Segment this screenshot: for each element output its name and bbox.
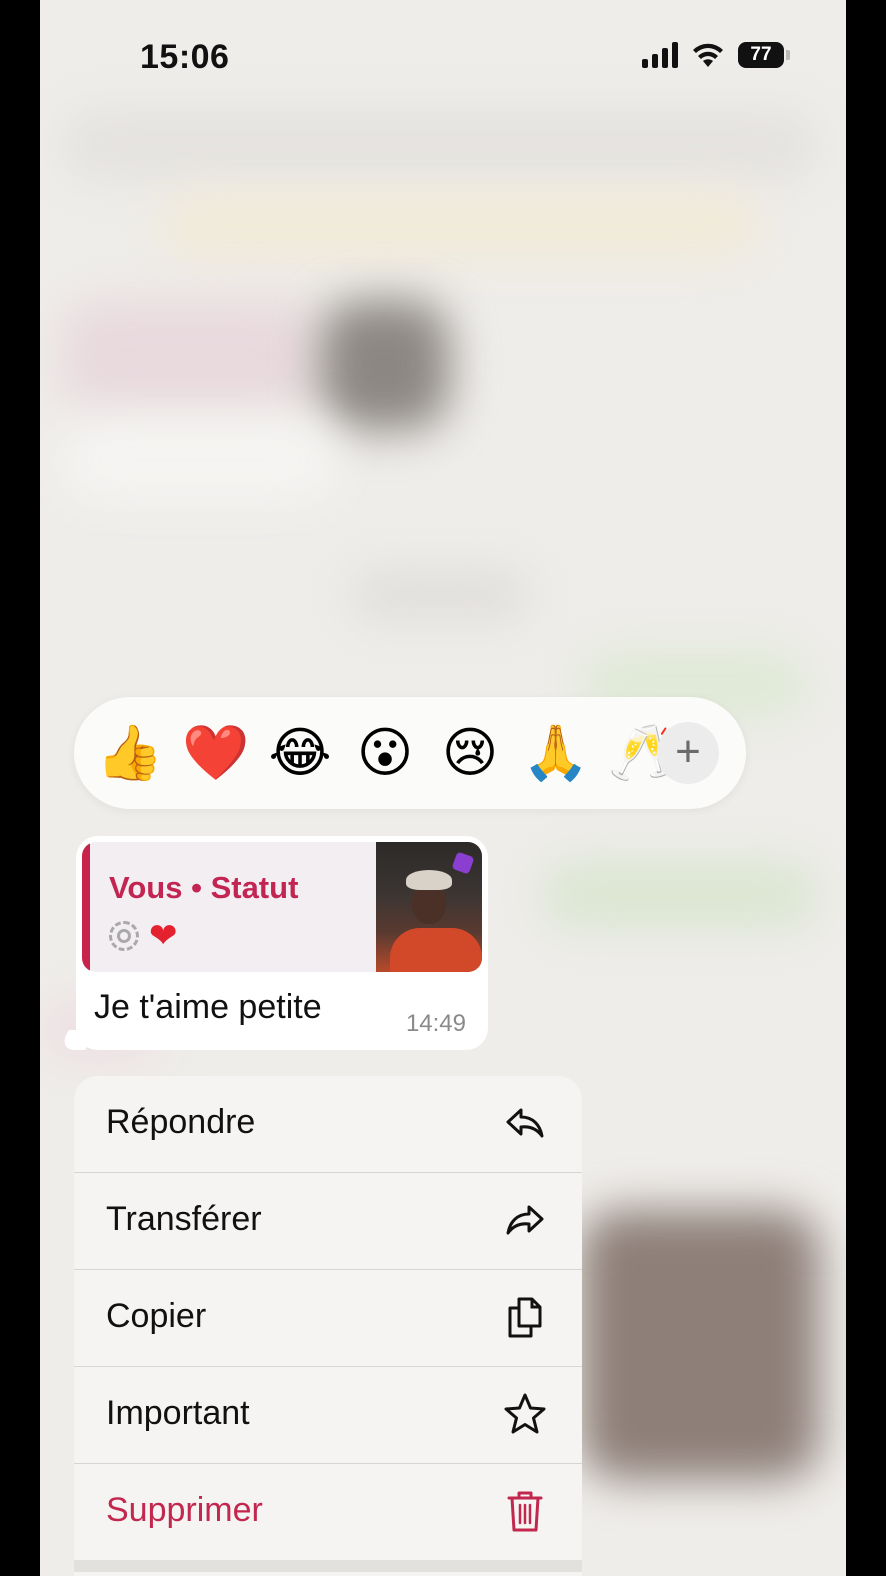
menu-item-label: Répondre [106,1103,256,1141]
reaction-praying[interactable]: 🙏 [522,721,589,785]
menu-item-label: Transférer [106,1200,262,1238]
menu-item-delete[interactable]: Supprimer [74,1464,582,1560]
menu-item-copy[interactable]: Copier [74,1270,582,1366]
blurred-avatar [320,300,450,430]
blurred-message [60,300,320,410]
status-ring-icon [109,921,139,951]
status-icons: 77 [642,42,790,68]
reaction-surprised[interactable]: 😮 [353,721,417,785]
status-thumbnail [376,842,482,972]
screen: 15:06 77 👍 ❤️ 😂 😮 😢 🙏 🥂 + Vous • Statut … [40,0,846,1576]
reply-icon [506,1108,544,1138]
quote-accent-bar [82,842,90,972]
blurred-date [350,570,530,620]
thumbnail-headband [406,870,452,890]
thumbnail-body [390,928,482,972]
blurred-outgoing [540,860,820,930]
more-reactions-button[interactable]: + [657,722,719,784]
reaction-heart[interactable]: ❤️ [182,721,249,785]
quote-meta: ❤ [109,918,178,954]
blurred-header [60,110,820,180]
cellular-signal-icon [642,42,678,68]
reaction-laughing[interactable]: 😂 [268,721,332,785]
wifi-icon [693,43,723,67]
message-text: Je t'aime petite [94,988,322,1026]
menu-separator [74,1560,582,1572]
menu-item-forward[interactable]: Transférer [74,1173,582,1269]
menu-item-reply[interactable]: Répondre [74,1076,582,1172]
trash-icon [507,1491,543,1532]
heart-icon: ❤ [149,917,178,955]
reaction-bar: 👍 ❤️ 😂 😮 😢 🙏 🥂 + [74,697,746,809]
thumbnail-sticker [451,851,475,875]
menu-item-label: Supprimer [106,1491,263,1529]
menu-item-label: Copier [106,1297,207,1335]
message-time: 14:49 [405,1010,466,1037]
menu-item-important[interactable]: Important [74,1367,582,1463]
quoted-status[interactable]: Vous • Statut ❤ [82,842,482,972]
reaction-crying[interactable]: 😢 [438,721,502,785]
menu-item-label: Important [106,1394,250,1432]
context-menu: Répondre Transférer Copier Important Sup… [74,1076,582,1576]
blurred-banner [160,190,760,260]
copy-icon [508,1297,542,1338]
blurred-message [60,420,340,500]
blurred-photo [580,1210,820,1480]
quote-title: Vous • Statut [109,870,299,905]
message-bubble[interactable]: Vous • Statut ❤ Je t'aime petite 14:49 [76,836,488,1050]
forward-icon [506,1205,544,1235]
battery-icon: 77 [738,42,790,68]
star-icon [504,1393,546,1434]
status-time: 15:06 [140,38,230,76]
reaction-thumbs-up[interactable]: 👍 [96,721,163,785]
